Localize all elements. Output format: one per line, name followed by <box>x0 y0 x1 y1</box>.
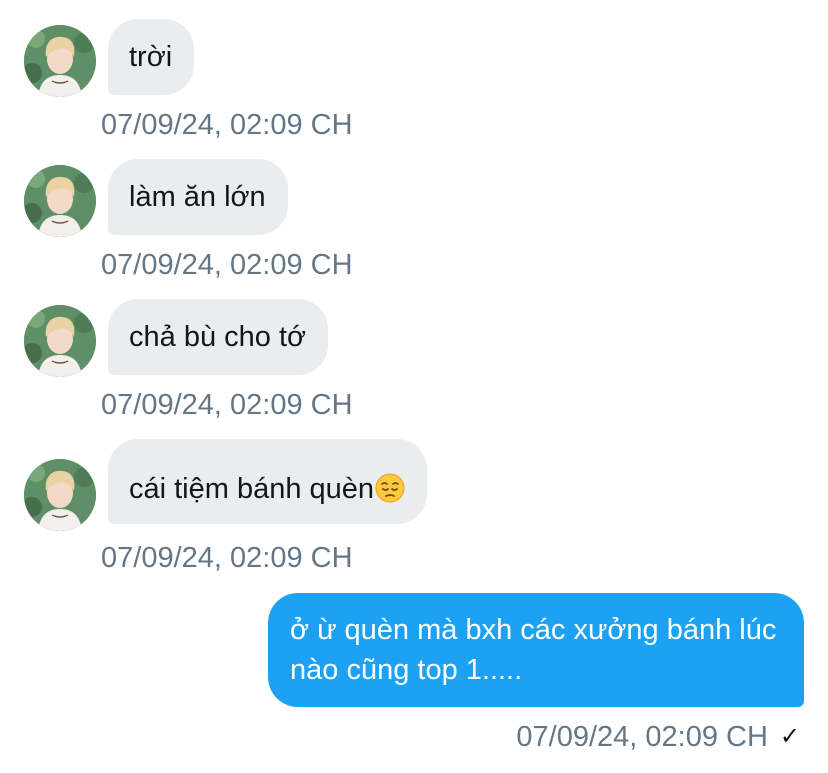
message-timestamp: 07/09/24, 02:09 CH <box>516 721 768 753</box>
message-timestamp: 07/09/24, 02:09 CH <box>101 389 353 421</box>
message-bubble-outgoing[interactable]: ở ừ quèn mà bxh các xưởng bánh lúc nào c… <box>268 593 804 707</box>
message-timestamp: 07/09/24, 02:09 CH <box>101 542 353 574</box>
avatar[interactable] <box>24 459 96 531</box>
message-bubble[interactable]: cái tiệm bánh quèn <box>108 439 428 524</box>
message-timestamp: 07/09/24, 02:09 CH <box>101 109 353 141</box>
avatar-image <box>24 459 96 531</box>
message-text: cái tiệm bánh quèn <box>129 473 375 505</box>
checkmark-icon: ✓ <box>779 723 800 750</box>
message-bubble[interactable]: làm ăn lớn <box>108 159 288 235</box>
message-bubble[interactable]: trời <box>108 19 195 95</box>
avatar-image <box>24 305 96 377</box>
avatar[interactable] <box>24 165 96 237</box>
avatar-image <box>24 165 96 237</box>
avatar[interactable] <box>24 305 96 377</box>
message-timestamp: 07/09/24, 02:09 CH <box>101 249 353 281</box>
avatar[interactable] <box>24 25 96 97</box>
avatar-image <box>24 25 96 97</box>
pensive-face-icon <box>375 473 405 503</box>
message-bubble[interactable]: chả bù cho tớ <box>108 299 329 375</box>
message-status: 07/09/24, 02:09 CH ✓ <box>516 720 800 754</box>
